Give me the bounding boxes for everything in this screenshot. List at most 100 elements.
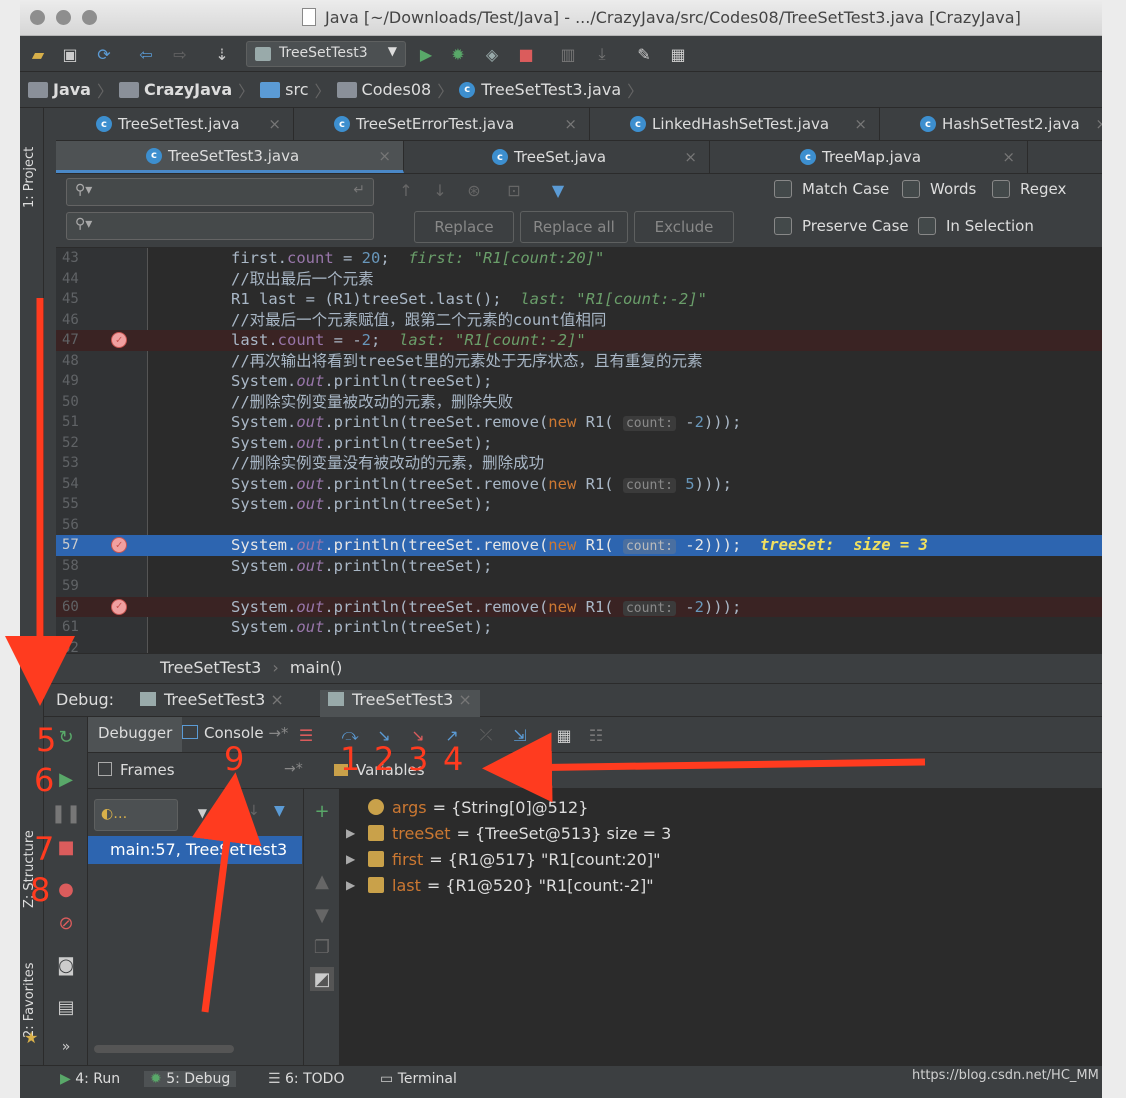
close-icon[interactable]: × [564,115,577,133]
close-icon[interactable]: × [458,690,471,709]
evaluate-expression-icon[interactable]: ▦ [554,725,574,745]
tab-debugger[interactable]: Debugger [88,717,182,752]
tab-treemap[interactable]: c TreeMap.java × [710,141,1028,173]
minimize-window-button[interactable] [56,10,71,25]
zoom-window-button[interactable] [82,10,97,25]
close-icon[interactable]: × [684,148,697,166]
pause-program-icon[interactable]: ❚❚ [51,801,81,825]
variable-row[interactable]: ▶ treeSet = {TreeSet@513} size = 3 [340,820,671,846]
breadcrumb-class[interactable]: TreeSetTest3 [160,658,261,677]
next-occurrence-icon[interactable]: ↓ [430,180,450,200]
tab-linkedhashsettest[interactable]: c LinkedHashSetTest.java × [590,108,880,140]
open-folder-icon[interactable]: ▰ [28,44,48,64]
regex-checkbox[interactable]: Regex [992,180,1066,198]
drop-frame-icon[interactable]: ⤫ [476,725,496,745]
tab-treeseterrortest[interactable]: c TreeSetErrorTest.java × [294,108,590,140]
forward-icon[interactable]: ⇨ [170,44,190,64]
thread-selector[interactable]: ◐… ▼ [94,799,207,831]
close-icon[interactable]: × [854,115,867,133]
exclude-button[interactable]: Exclude [634,211,734,243]
variable-row[interactable]: ▶ first = {R1@517} "R1[count:20]" [340,846,660,872]
sync-icon[interactable]: ⟳ [94,44,114,64]
todo-tool-tab[interactable]: ☰ 6: TODO [268,1071,344,1087]
run-to-cursor-icon[interactable]: ⇲ [510,725,530,745]
variable-row[interactable]: args = {String[0]@512} [340,794,588,820]
tab-hashsettest2[interactable]: c HashSetTest2.java × [880,108,1102,140]
words-checkbox[interactable]: Words [902,180,976,198]
more-icon[interactable]: » [54,1035,78,1059]
previous-occurrence-icon[interactable]: ↑ [396,180,416,200]
close-window-button[interactable] [30,10,45,25]
expand-icon[interactable]: ▶ [340,878,368,892]
move-down-icon[interactable]: ▼ [310,903,334,927]
layout-icon[interactable]: ▤ [54,995,78,1019]
back-icon[interactable]: ⇦ [136,44,156,64]
tab-treeset[interactable]: c TreeSet.java × [404,141,710,173]
match-case-checkbox[interactable]: Match Case [774,180,889,198]
camera-icon[interactable]: ◙ [54,953,78,977]
debug-tool-tab[interactable]: ✹ 5: Debug [144,1071,237,1087]
download-icon[interactable]: ⤓ [592,44,612,64]
close-icon[interactable]: × [268,115,281,133]
frame-row[interactable]: main:57, TreeSetTest3 [88,836,302,864]
debug-session-tab-1[interactable]: TreeSetTest3 × [140,690,284,709]
replace-all-button[interactable]: Replace all [520,211,628,243]
crumb-java[interactable]: Java 〉 [28,78,113,102]
close-icon[interactable]: × [378,147,391,165]
debug-icon[interactable]: ✹ [448,44,468,64]
breadcrumb-method[interactable]: main() [290,658,342,677]
run-configuration-select[interactable]: TreeSetTest3 ▼ [246,41,406,67]
breakpoint-icon[interactable]: ✓ [111,537,127,553]
crumb-codes08[interactable]: Codes08 〉 [336,78,453,102]
crumb-src[interactable]: src 〉 [260,78,331,102]
new-watch-icon[interactable]: + [310,799,334,823]
filter-icon[interactable]: ▼ [548,180,568,200]
tab-treesettest3[interactable]: c TreeSetTest3.java × [56,141,404,173]
rerun-icon[interactable]: ↻ [54,725,78,749]
crumb-file[interactable]: c TreeSetTest3.java 〉 [459,78,643,102]
mute-breakpoints-icon[interactable]: ⊘ [54,911,78,935]
down-arrow-icon[interactable]: ↓ [248,803,260,819]
close-icon[interactable]: × [270,690,283,709]
run-icon[interactable]: ▶ [416,44,436,64]
sdk-icon[interactable]: ▦ [668,44,688,64]
watches-icon[interactable]: ◩ [310,967,334,991]
show-execution-point-icon[interactable]: ☰ [296,725,316,745]
close-icon[interactable]: × [1002,148,1015,166]
stop-icon[interactable]: ■ [54,835,78,859]
frames-scrollbar[interactable] [94,1045,234,1053]
select-all-occurrences-icon[interactable]: ⊛ [464,180,484,200]
replace-input[interactable]: ⚲▾ [66,212,374,240]
trace-icon[interactable]: ☷ [586,725,606,745]
filter-options-icon[interactable]: ⊡ [504,180,524,200]
stop-icon[interactable]: ■ [516,44,536,64]
favorites-tool-tab[interactable]: 2: Favorites [22,962,37,1038]
coverage-icon[interactable]: ◈ [482,44,502,64]
preserve-case-checkbox[interactable]: Preserve Case [774,217,909,235]
code-editor[interactable]: 43 first.count = 20; first: "R1[count:20]… [56,248,1102,653]
project-structure-icon[interactable]: ▥ [558,44,578,64]
view-breakpoints-icon[interactable]: ● [54,877,78,901]
expand-icon[interactable]: ▶ [340,826,368,840]
search-input[interactable]: ⚲▾ ↵ [66,178,374,206]
breakpoint-icon[interactable]: ✓ [111,598,127,615]
pin-icon[interactable]: →* [284,761,303,777]
build-icon[interactable]: ⇣ [212,44,232,64]
move-up-icon[interactable]: ▲ [310,869,334,893]
replace-button[interactable]: Replace [414,211,514,243]
variable-row[interactable]: ▶ last = {R1@520} "R1[count:-2]" [340,872,654,898]
expand-icon[interactable]: ▶ [340,852,368,866]
debug-session-tab-2[interactable]: TreeSetTest3 × [320,690,480,717]
close-icon[interactable]: × [1095,115,1102,133]
terminal-tool-tab[interactable]: ▭ Terminal [380,1071,457,1087]
up-arrow-icon[interactable]: ↑ [224,803,236,819]
resume-program-icon[interactable]: ▶ [54,767,78,791]
breakpoint-icon[interactable]: ✓ [111,332,127,348]
settings-wrench-icon[interactable]: ✎ [634,44,654,64]
in-selection-checkbox[interactable]: In Selection [918,217,1034,235]
project-tool-tab[interactable]: 1: Project [22,147,37,208]
copy-icon[interactable]: ❐ [310,935,334,959]
run-tool-tab[interactable]: ▶ 4: Run [60,1071,120,1087]
tab-treesettest[interactable]: c TreeSetTest.java × [56,108,294,140]
filter-icon[interactable]: ▼ [274,803,285,819]
